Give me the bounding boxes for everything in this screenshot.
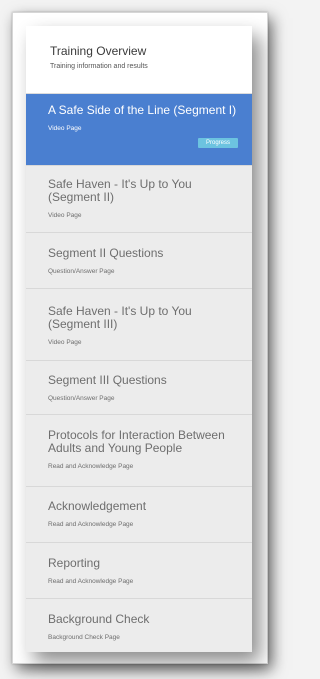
nav-item-type: Question/Answer Page — [48, 395, 115, 402]
nav-item-type: Background Check Page — [48, 634, 120, 641]
overview-subtitle: Training information and results — [50, 63, 148, 70]
screenshot-frame: Training Overview Training information a… — [12, 12, 268, 664]
progress-badge: Progress — [197, 138, 238, 148]
nav-item-type: Video Page — [48, 125, 82, 132]
nav-item-type: Read and Acknowledge Page — [48, 578, 134, 585]
nav-item-acknowledgement[interactable]: Acknowledgement Read and Acknowledge Pag… — [26, 487, 252, 543]
nav-item-segment-3[interactable]: Safe Haven - It's Up to You (Segment III… — [26, 289, 252, 361]
nav-item-type: Question/Answer Page — [48, 268, 115, 275]
nav-item-title: Segment III Questions — [48, 373, 167, 387]
nav-item-segment-3-questions[interactable]: Segment III Questions Question/Answer Pa… — [26, 361, 252, 415]
nav-item-reporting[interactable]: Reporting Read and Acknowledge Page — [26, 543, 252, 599]
nav-item-segment-1[interactable]: A Safe Side of the Line (Segment I) Vide… — [26, 94, 252, 166]
nav-item-title: Reporting — [48, 556, 101, 570]
nav-item-title: Acknowledgement — [48, 499, 147, 513]
nav-item-title: Background Check — [48, 612, 150, 626]
nav-item-title: Segment II Questions — [48, 246, 164, 260]
training-nav-panel: Training Overview Training information a… — [26, 26, 252, 652]
nav-item-type: Read and Acknowledge Page — [48, 463, 134, 470]
nav-item-background-check[interactable]: Background Check Background Check Page — [26, 599, 252, 661]
nav-item-title: Protocols for Interaction Between Adults… — [48, 428, 225, 455]
nav-item-type: Read and Acknowledge Page — [48, 521, 134, 528]
nav-item-title: Safe Haven - It's Up to You (Segment III… — [48, 304, 192, 331]
nav-item-protocols[interactable]: Protocols for Interaction Between Adults… — [26, 415, 252, 487]
nav-item-segment-2-questions[interactable]: Segment II Questions Question/Answer Pag… — [26, 233, 252, 289]
nav-item-segment-2[interactable]: Safe Haven - It's Up to You (Segment II)… — [26, 166, 252, 233]
nav-item-title: Safe Haven - It's Up to You (Segment II) — [48, 177, 192, 204]
nav-item-type: Video Page — [48, 212, 82, 219]
training-overview-header[interactable]: Training Overview Training information a… — [26, 26, 252, 94]
nav-item-type: Video Page — [48, 339, 82, 346]
nav-item-title: A Safe Side of the Line (Segment I) — [48, 103, 237, 117]
overview-title: Training Overview — [50, 44, 147, 58]
